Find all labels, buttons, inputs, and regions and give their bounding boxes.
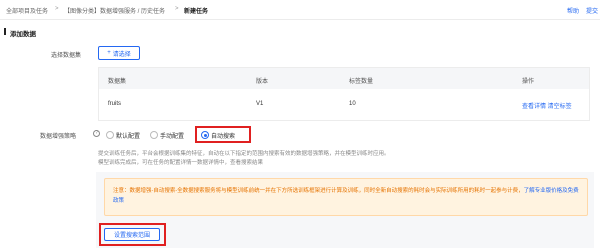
table-header [99,68,589,89]
dataset-table: 数据集 版本 标签数量 操作 fruits V1 10 查看详情 清空标签 [98,67,590,121]
breadcrumb-history-tasks[interactable]: 【图像分类】数据增强服务 / 历史任务 [64,6,165,15]
breadcrumb-separator: > [175,6,179,12]
radio-manual-config[interactable]: 手动配置 [150,129,184,141]
radio-default-config[interactable]: 默认配置 [106,129,140,141]
column-header-version: 版本 [256,79,269,85]
radio-circle-icon [106,131,114,139]
help-link[interactable]: 帮助 [567,6,579,15]
row-actions-links[interactable]: 查看详情 清空标签 [522,101,572,110]
radio-label: 手动配置 [160,133,185,140]
radio-auto-search[interactable]: 自动搜索 [201,129,235,141]
warning-message: 注意：数据增强-自动搜索-全数据搜索服务将与模型训练前统一并在下方所选训练框架进… [113,188,524,194]
choose-dataset-label: 请选择 [112,51,131,58]
plus-icon: + [107,50,111,56]
warning-text: 注意：数据增强-自动搜索-全数据搜索服务将与模型训练前统一并在下方所选训练框架进… [113,186,581,206]
section-title: 添加数据 [10,31,36,38]
warning-notice: 注意：数据增强-自动搜索-全数据搜索服务将与模型训练前统一并在下方所选训练框架进… [104,178,588,216]
strategy-description-2: 模型训练完成后，可在任务的配置详情一数据详情中，查看搜索结果 [98,160,264,166]
breadcrumb-all-projects[interactable]: 全部项目及任务 [6,6,48,15]
choose-dataset-button[interactable]: + 请选择 [98,46,140,60]
dataset-label: 选择数据集 [51,53,82,59]
column-header-dataset: 数据集 [108,79,127,85]
strategy-label: 数据增强策略 [40,134,77,140]
breadcrumb-separator: > [55,6,59,12]
radio-label: 自动搜索 [211,133,236,140]
set-search-range-button[interactable]: 设置搜索范围 [104,228,160,241]
radio-checked-icon [201,131,209,139]
top-bar: 全部项目及任务 > 【图像分类】数据增强服务 / 历史任务 > 新建任务 帮助 … [0,0,600,20]
help-icon[interactable]: ? [93,130,100,137]
column-header-actions: 操作 [522,79,535,85]
strategy-description: 提交训练任务后，平台会根据训练集的特征，自动在以下指定的范围内搜索有效的数据增强… [98,151,390,157]
cell-dataset-name: fruits [108,101,122,107]
radio-circle-icon [150,131,158,139]
section-marker [4,28,6,35]
cell-label-count: 10 [349,101,356,107]
cell-version: V1 [256,101,264,107]
column-header-label-count: 标签数量 [349,79,374,85]
submit-link[interactable]: 提交 [586,6,598,15]
radio-label: 默认配置 [116,133,141,140]
breadcrumb-new-task: 新建任务 [184,9,209,15]
